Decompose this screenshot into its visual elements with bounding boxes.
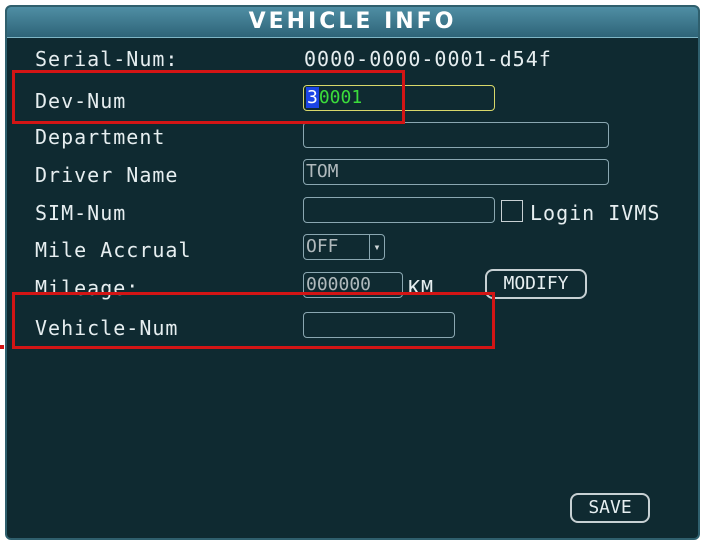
sim-num-label: SIM-Num <box>35 201 127 225</box>
mile-accrual-select[interactable]: OFF ▾ <box>303 234 385 260</box>
driver-name-label: Driver Name <box>35 163 179 187</box>
login-ivms-checkbox[interactable] <box>501 200 523 222</box>
department-label: Department <box>35 125 166 149</box>
mile-accrual-label: Mile Accrual <box>35 238 192 262</box>
title-bar: VEHICLE INFO <box>7 7 698 38</box>
highlight-box-dev-num <box>12 70 405 124</box>
driver-name-input[interactable]: TOM <box>303 159 609 185</box>
department-input[interactable] <box>303 122 609 148</box>
chevron-down-icon[interactable]: ▾ <box>369 235 384 259</box>
annotation-mark <box>0 345 4 349</box>
window-title: VEHICLE INFO <box>248 9 457 34</box>
save-button[interactable]: SAVE <box>570 493 650 523</box>
serial-num-label: Serial-Num: <box>35 47 179 71</box>
serial-num-value: 0000-0000-0001-d54f <box>304 47 552 71</box>
modify-button[interactable]: MODIFY <box>485 269 587 299</box>
mile-accrual-value: OFF <box>306 236 339 257</box>
sim-num-input[interactable] <box>303 197 495 223</box>
login-ivms-label: Login IVMS <box>530 201 661 225</box>
highlight-box-vehicle-num <box>12 292 495 349</box>
